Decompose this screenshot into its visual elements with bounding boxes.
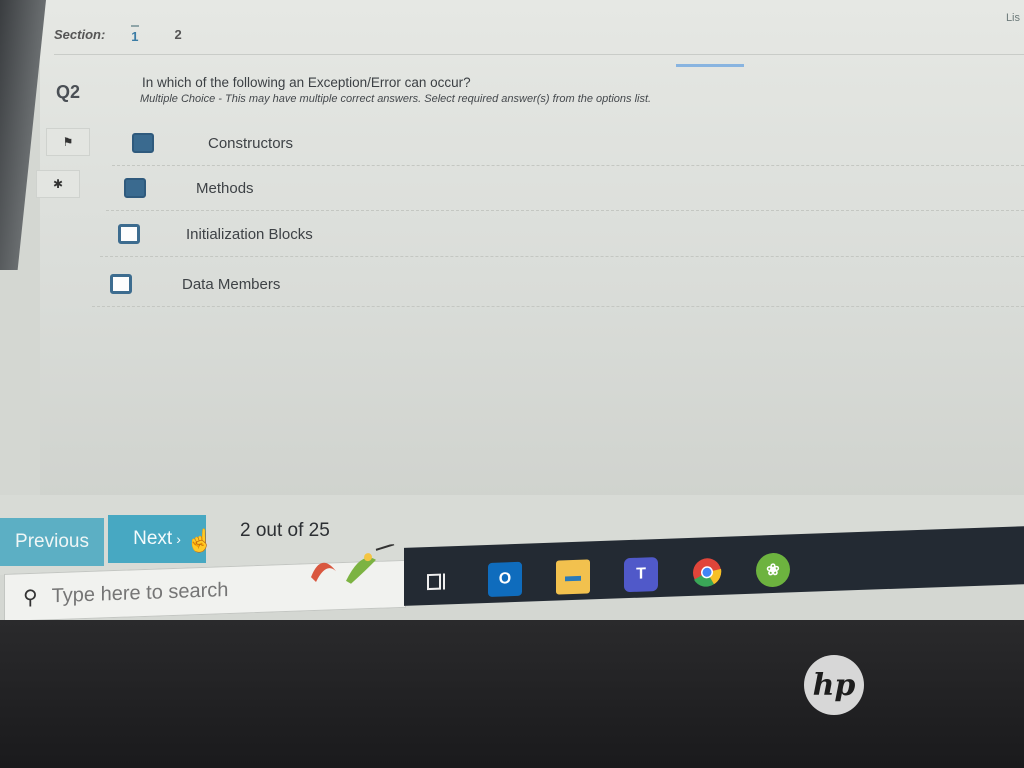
- report-bug-button[interactable]: ✱: [36, 170, 80, 198]
- option-checkbox-1[interactable]: [132, 133, 154, 153]
- section-label: Section:: [54, 26, 106, 42]
- section-tab-2[interactable]: 2: [175, 27, 182, 42]
- option-row-4[interactable]: Data Members: [92, 262, 1024, 307]
- task-view-icon[interactable]: [420, 564, 454, 599]
- search-icon: ⚲: [23, 586, 38, 609]
- question-type-hint: Multiple Choice - This may have multiple…: [140, 93, 652, 105]
- option-row-2[interactable]: Methods: [106, 166, 1024, 211]
- screen: Lis Section: 1 2 Q2 In which of the foll…: [0, 0, 1024, 640]
- search-input[interactable]: [49, 575, 294, 609]
- section-bar: Section: 1 2: [54, 14, 1024, 55]
- option-label-3: Initialization Blocks: [186, 225, 313, 243]
- option-row-3[interactable]: Initialization Blocks: [100, 212, 1024, 257]
- spring-tool-icon[interactable]: ❀: [756, 552, 790, 588]
- flag-button[interactable]: ⚑: [46, 128, 90, 156]
- question-number: Q2: [56, 82, 81, 102]
- active-app-indicator: [676, 64, 744, 67]
- taskbar-app-tray: O ▬ T ❀: [404, 526, 1024, 606]
- option-label-2: Methods: [196, 179, 254, 197]
- option-label-1: Constructors: [208, 134, 294, 152]
- option-label-4: Data Members: [182, 275, 281, 293]
- option-checkbox-2[interactable]: [124, 178, 146, 198]
- option-row-1[interactable]: Constructors: [112, 121, 1024, 166]
- option-checkbox-3[interactable]: [118, 224, 140, 244]
- question-text: In which of the following an Exception/E…: [142, 75, 471, 90]
- bug-icon: ✱: [52, 177, 64, 191]
- hp-logo: hp: [804, 655, 864, 715]
- page-status: 2 out of 25: [240, 520, 330, 541]
- section-tab-1[interactable]: 1: [131, 24, 139, 44]
- chevron-right-icon: ›: [176, 531, 181, 547]
- search-highlight-bird-icon: [311, 544, 395, 584]
- option-checkbox-4[interactable]: [110, 274, 132, 294]
- outlook-icon[interactable]: O: [488, 561, 522, 597]
- chrome-icon[interactable]: [690, 555, 724, 590]
- file-explorer-icon[interactable]: ▬: [556, 559, 590, 595]
- laptop-bezel-bottom: [0, 620, 1024, 768]
- flag-icon: ⚑: [62, 135, 74, 149]
- exam-app: Lis Section: 1 2 Q2 In which of the foll…: [36, 0, 1024, 500]
- teams-icon[interactable]: T: [624, 557, 658, 593]
